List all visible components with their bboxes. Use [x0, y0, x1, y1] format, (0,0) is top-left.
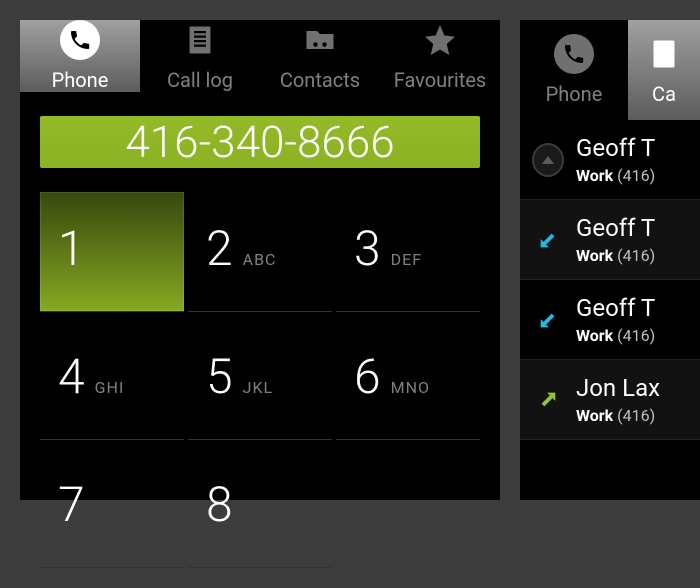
number-display[interactable]: 416-340-8666	[40, 116, 480, 168]
dialer-tabs: Phone Call log Contacts Favourites	[20, 20, 500, 92]
caller-detail: Work (416)	[576, 326, 655, 345]
tab-label: Call log	[167, 68, 233, 92]
key-7[interactable]: 7	[40, 448, 184, 568]
tab-label: Phone	[546, 82, 603, 106]
key-8[interactable]: 8	[188, 448, 332, 568]
key-6[interactable]: 6MNO	[336, 320, 480, 440]
phone-icon	[60, 20, 100, 60]
keypad: 1 2ABC 3DEF 4GHI 5JKL 6MNO 7 8	[20, 192, 500, 588]
caller-detail: Work (416)	[576, 246, 655, 265]
tab-label: Contacts	[280, 68, 360, 92]
call-log-item[interactable]: Jon Lax Work (416)	[520, 360, 700, 440]
phone-icon	[554, 34, 594, 74]
key-1[interactable]: 1	[40, 192, 184, 312]
tab-call-log[interactable]: Ca	[628, 20, 700, 120]
folder-icon	[302, 20, 338, 60]
caller-name: Geoff T	[576, 134, 655, 162]
key-5[interactable]: 5JKL	[188, 320, 332, 440]
call-log-item[interactable]: Geoff T Work (416)	[520, 120, 700, 200]
dialer-panel: Phone Call log Contacts Favourites 416-3…	[20, 20, 500, 500]
list-icon	[182, 20, 218, 60]
tab-favourites[interactable]: Favourites	[380, 20, 500, 92]
tab-label: Ca	[652, 82, 676, 106]
tab-label: Favourites	[394, 68, 487, 92]
key-3[interactable]: 3DEF	[336, 192, 480, 312]
tab-phone[interactable]: Phone	[20, 20, 140, 92]
caller-name: Jon Lax	[576, 374, 660, 402]
call-log-item[interactable]: Geoff T Work (416)	[520, 280, 700, 360]
incoming-call-icon	[532, 304, 564, 336]
caller-detail: Work (416)	[576, 406, 660, 425]
tab-call-log[interactable]: Call log	[140, 20, 260, 92]
call-list: Geoff T Work (416) Geoff T Work (416) Ge…	[520, 120, 700, 440]
incoming-call-icon	[532, 224, 564, 256]
call-log-item[interactable]: Geoff T Work (416)	[520, 200, 700, 280]
key-4[interactable]: 4GHI	[40, 320, 184, 440]
caller-detail: Work (416)	[576, 166, 655, 185]
calllog-panel: Phone Ca Geoff T Work (416) Geoff T	[520, 20, 700, 500]
tab-contacts[interactable]: Contacts	[260, 20, 380, 92]
tab-phone[interactable]: Phone	[520, 20, 628, 120]
scroll-up-icon[interactable]	[532, 144, 564, 176]
key-2[interactable]: 2ABC	[188, 192, 332, 312]
caller-name: Geoff T	[576, 214, 655, 242]
star-icon	[422, 20, 458, 60]
list-icon	[646, 34, 682, 74]
caller-name: Geoff T	[576, 294, 655, 322]
outgoing-call-icon	[532, 384, 564, 416]
calllog-tabs: Phone Ca	[520, 20, 700, 120]
tab-label: Phone	[52, 68, 109, 92]
